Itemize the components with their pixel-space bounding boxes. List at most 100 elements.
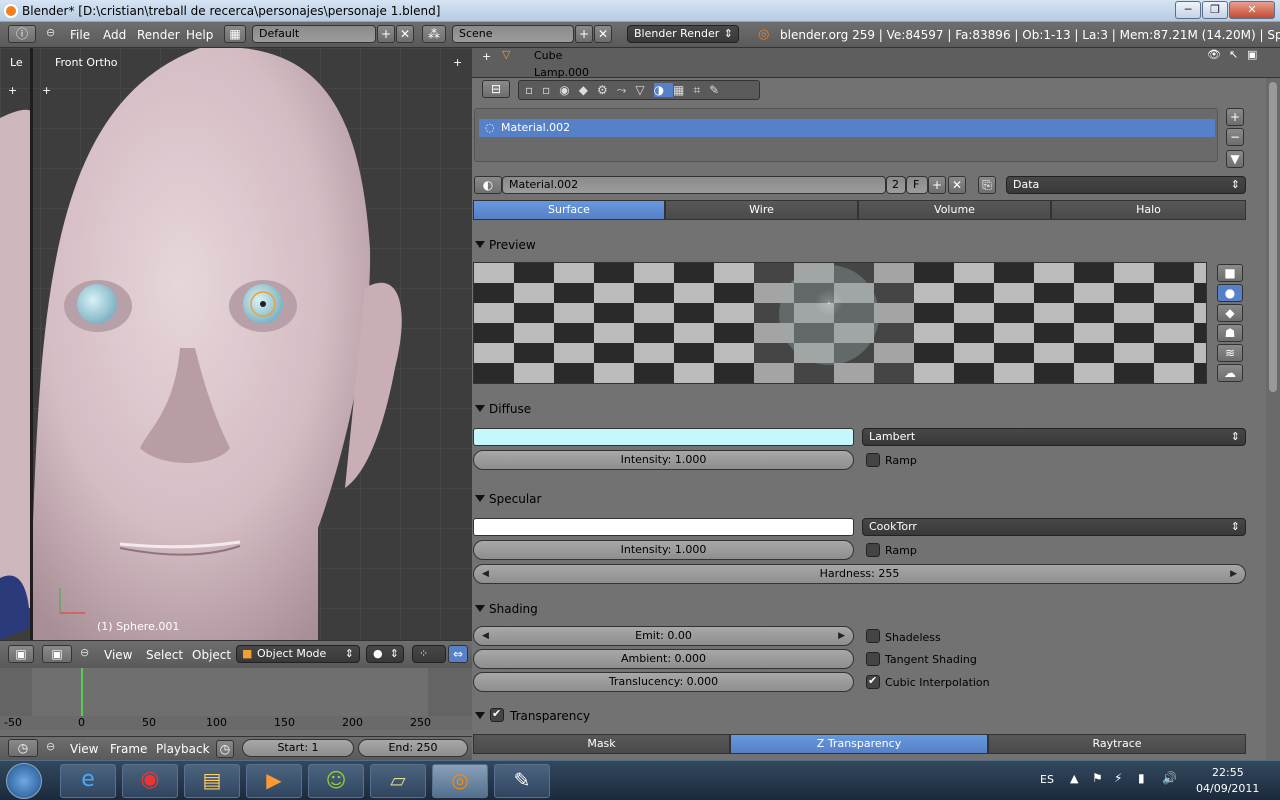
taskbar-media-icon[interactable]: ▶ [246,764,302,798]
taskbar-messenger-icon[interactable]: ☺ [308,764,364,798]
diffuse-color-swatch[interactable] [473,428,854,446]
power-icon[interactable]: ⚡ [1114,771,1122,785]
taskbar-ie-icon[interactable]: e [60,764,116,798]
preview-sphere-icon[interactable]: ● [1217,284,1243,302]
preview-range-icon[interactable]: ◷ [216,740,234,758]
add-slot-button[interactable]: + [1226,108,1244,126]
material-name-field[interactable]: Material.002 [502,176,886,194]
taskbar-blender-icon[interactable]: ◎ [432,764,488,798]
current-frame-indicator[interactable] [81,668,83,716]
preview-monkey-icon[interactable]: ☗ [1217,324,1243,342]
action-center-icon[interactable]: ⚑ [1092,771,1103,785]
clock-time[interactable]: 22:55 [1212,766,1244,779]
taskbar-explorer-icon[interactable]: ▤ [184,764,240,798]
remove-slot-button[interactable]: − [1226,128,1244,146]
clock-date[interactable]: 04/09/2011 [1196,782,1259,795]
shading-panel-title[interactable]: Shading [489,602,538,616]
taskbar-paint-icon[interactable]: ✎ [494,764,550,798]
decrement-arrow-icon[interactable]: ◀ [482,565,489,583]
taskbar-notes-icon[interactable]: ▱ [370,764,426,798]
pivot-select[interactable]: ⁘ [412,645,446,663]
scene-icon[interactable]: ⁂ [422,25,446,43]
menu-help[interactable]: Help [186,28,213,42]
screen-layout-field[interactable]: Default [252,25,376,43]
scrollbar-thumb[interactable] [1269,82,1277,392]
start-button[interactable] [6,763,42,799]
end-frame-field[interactable]: End: 250 [358,739,468,757]
menu-add[interactable]: Add [103,28,126,42]
shadeless-checkbox[interactable] [866,629,880,643]
editor-type-icon[interactable]: ▣ [42,645,72,663]
delete-scene-icon[interactable]: ✕ [594,25,612,43]
tab-halo[interactable]: Halo [1051,200,1246,220]
cursor-icon[interactable]: ↖ [1229,48,1238,61]
menu-file[interactable]: File [70,28,90,42]
menu-playback[interactable]: Playback [156,742,210,756]
shading-select[interactable]: ● ⇕ [366,645,404,663]
menu-frame[interactable]: Frame [110,742,147,756]
close-window-button[interactable]: ✕ [1229,1,1275,19]
transparency-raytrace-button[interactable]: Raytrace [988,734,1246,754]
material-slot-list[interactable]: ◌ Material.002 [474,108,1218,162]
material-slot-row[interactable]: ◌ Material.002 [479,119,1215,137]
decrement-arrow-icon[interactable]: ◀ [482,627,489,645]
emit-field[interactable]: ◀ Emit: 0.00 ▶ [473,626,854,646]
hardness-field[interactable]: ◀ Hardness: 255 ▶ [473,564,1246,584]
menu-render[interactable]: Render [137,28,180,42]
add-screen-icon[interactable]: + [377,25,395,43]
specular-intensity-slider[interactable]: Intensity: 1.000 [473,540,854,560]
cubic-interpolation-checkbox[interactable] [866,674,880,689]
collapse-triangle-icon[interactable] [475,241,485,248]
specular-panel-title[interactable]: Specular [489,492,541,506]
increment-arrow-icon[interactable]: ▶ [838,627,845,645]
users-count[interactable]: 2 [886,176,906,194]
outliner-item-cube[interactable]: Cube [534,49,562,62]
tangent-shading-checkbox[interactable] [866,652,880,666]
collapse-icon[interactable]: ⊖ [80,646,89,659]
collapse-triangle-icon[interactable] [475,495,485,502]
preview-hair-icon[interactable]: ≋ [1217,344,1243,362]
add-scene-icon[interactable]: + [575,25,593,43]
scene-field[interactable]: Scene [452,25,574,43]
preview-flat-icon[interactable]: ■ [1217,264,1243,282]
preview-sky-icon[interactable]: ☁ [1217,364,1243,382]
fake-user-button[interactable]: F [906,176,928,194]
link-select[interactable]: Data ⇕ [1006,176,1246,194]
transparency-checkbox[interactable] [490,707,504,722]
diffuse-ramp-checkbox[interactable] [866,453,880,467]
volume-icon[interactable]: 🔊 [1162,771,1177,785]
specular-color-swatch[interactable] [473,518,854,536]
timeline-area[interactable]: -50 0 50 100 150 200 250 [0,668,472,736]
transparency-z-button[interactable]: Z Transparency [730,734,988,754]
plus-icon[interactable]: + [42,84,51,97]
eye-icon[interactable]: 👁 [1207,48,1221,61]
collapse-icon[interactable]: ⊖ [46,26,55,39]
specular-ramp-checkbox[interactable] [866,543,880,557]
properties-scrollbar[interactable] [1266,78,1280,760]
plus-icon[interactable]: + [482,50,491,63]
diffuse-panel-title[interactable]: Diffuse [489,402,531,416]
diffuse-shader-select[interactable]: Lambert ⇕ [862,428,1246,446]
menu-select[interactable]: Select [146,648,183,662]
increment-arrow-icon[interactable]: ▶ [1230,565,1237,583]
editor-type-icon[interactable]: ▣ [8,645,34,663]
taskbar-chrome-icon[interactable]: ◉ [122,764,178,798]
collapse-triangle-icon[interactable] [475,605,485,612]
copy-material-icon[interactable]: ⎘ [978,176,996,194]
3d-viewport[interactable]: Le + + + Front Ortho (1) Sphere.001 [0,48,472,640]
preview-panel-title[interactable]: Preview [489,238,536,252]
editor-type-icon[interactable]: ◷ [8,739,38,757]
specular-shader-select[interactable]: CookTorr ⇕ [862,518,1246,536]
menu-view[interactable]: View [70,742,98,756]
mode-select[interactable]: ■ Object Mode ⇕ [236,645,360,663]
preview-cube-icon[interactable]: ◆ [1217,304,1243,322]
tab-surface[interactable]: Surface [473,200,665,220]
menu-view[interactable]: View [104,648,132,662]
slot-menu-button[interactable]: ▼ [1226,150,1244,168]
plus-icon[interactable]: + [453,56,462,69]
info-editor-icon[interactable]: ⓘ [8,25,36,43]
transparency-mask-button[interactable]: Mask [473,734,730,754]
transparency-panel-title[interactable]: Transparency [510,709,590,723]
network-icon[interactable]: ▮ [1138,771,1145,785]
menu-object[interactable]: Object [192,648,231,662]
